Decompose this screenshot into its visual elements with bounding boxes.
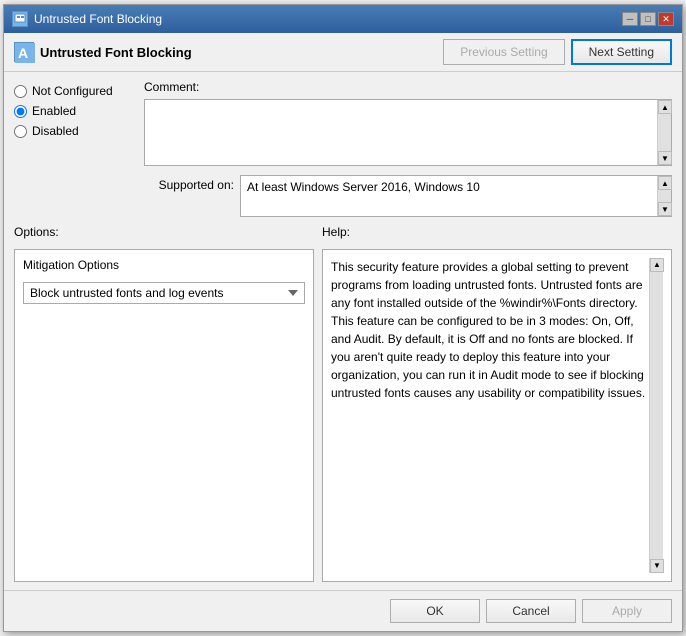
comment-column: Comment: ▲ ▼ Supported on: At least Wind… [144,80,672,217]
supported-scroll-up[interactable]: ▲ [658,176,672,190]
radio-not-configured-input[interactable] [14,85,27,98]
scroll-thumb [658,114,671,151]
comment-label: Comment: [144,80,672,94]
options-panel: Mitigation Options Block untrusted fonts… [14,249,314,582]
help-label: Help: [322,225,672,239]
apply-button[interactable]: Apply [582,599,672,623]
supported-box-container: At least Windows Server 2016, Windows 10… [240,175,672,217]
options-help-section: Mitigation Options Block untrusted fonts… [14,249,672,582]
title-controls: ─ □ ✕ [622,12,674,26]
options-label: Options: [14,225,314,239]
help-scroll-up[interactable]: ▲ [650,258,664,272]
comment-box-container: ▲ ▼ [144,99,672,166]
supported-scroll-thumb [658,190,671,202]
mitigation-options-title: Mitigation Options [23,258,305,272]
radio-enabled-label: Enabled [32,104,76,118]
header-buttons: Previous Setting Next Setting [443,39,672,65]
supported-value: At least Windows Server 2016, Windows 10 [241,176,657,216]
close-button[interactable]: ✕ [658,12,674,26]
next-setting-button[interactable]: Next Setting [571,39,672,65]
supported-label: Supported on: [144,175,234,192]
minimize-button[interactable]: ─ [622,12,638,26]
help-scroll-thumb [650,272,663,559]
help-box: This security feature provides a global … [322,249,672,582]
radio-disabled-input[interactable] [14,125,27,138]
cancel-button[interactable]: Cancel [486,599,576,623]
main-window: Untrusted Font Blocking ─ □ ✕ A Untruste… [3,4,683,632]
help-scroll-down[interactable]: ▼ [650,559,664,573]
radio-disabled[interactable]: Disabled [14,124,144,138]
radio-enabled[interactable]: Enabled [14,104,144,118]
supported-scroll-down[interactable]: ▼ [658,202,672,216]
header-title: A Untrusted Font Blocking [14,42,192,62]
comment-scrollbar: ▲ ▼ [657,100,671,165]
top-section: Not Configured Enabled Disabled Comment:… [14,80,672,217]
window-title: Untrusted Font Blocking [34,12,162,26]
options-box: Mitigation Options Block untrusted fonts… [14,249,314,582]
help-panel: This security feature provides a global … [322,249,672,582]
bottom-bar: OK Cancel Apply [4,590,682,631]
header-icon: A [14,42,34,62]
radio-disabled-label: Disabled [32,124,79,138]
window-icon [12,11,28,27]
content-area: Not Configured Enabled Disabled Comment:… [4,72,682,590]
comment-textarea[interactable] [145,100,657,165]
mitigation-dropdown[interactable]: Block untrusted fonts and log events Blo… [23,282,305,304]
header-bar: A Untrusted Font Blocking Previous Setti… [4,33,682,72]
supported-row: Supported on: At least Windows Server 20… [144,175,672,217]
radio-enabled-input[interactable] [14,105,27,118]
previous-setting-button[interactable]: Previous Setting [443,39,564,65]
help-text: This security feature provides a global … [331,258,649,573]
options-help-labels: Options: Help: [14,225,672,239]
radio-not-configured-label: Not Configured [32,84,113,98]
svg-text:A: A [18,45,28,61]
help-scrollbar: ▲ ▼ [649,258,663,573]
scroll-down-arrow[interactable]: ▼ [658,151,672,165]
maximize-button[interactable]: □ [640,12,656,26]
radio-column: Not Configured Enabled Disabled [14,80,144,217]
header-title-text: Untrusted Font Blocking [40,45,192,60]
radio-not-configured[interactable]: Not Configured [14,84,144,98]
ok-button[interactable]: OK [390,599,480,623]
scroll-up-arrow[interactable]: ▲ [658,100,672,114]
title-bar-left: Untrusted Font Blocking [12,11,162,27]
supported-scrollbar: ▲ ▼ [657,176,671,216]
title-bar: Untrusted Font Blocking ─ □ ✕ [4,5,682,33]
